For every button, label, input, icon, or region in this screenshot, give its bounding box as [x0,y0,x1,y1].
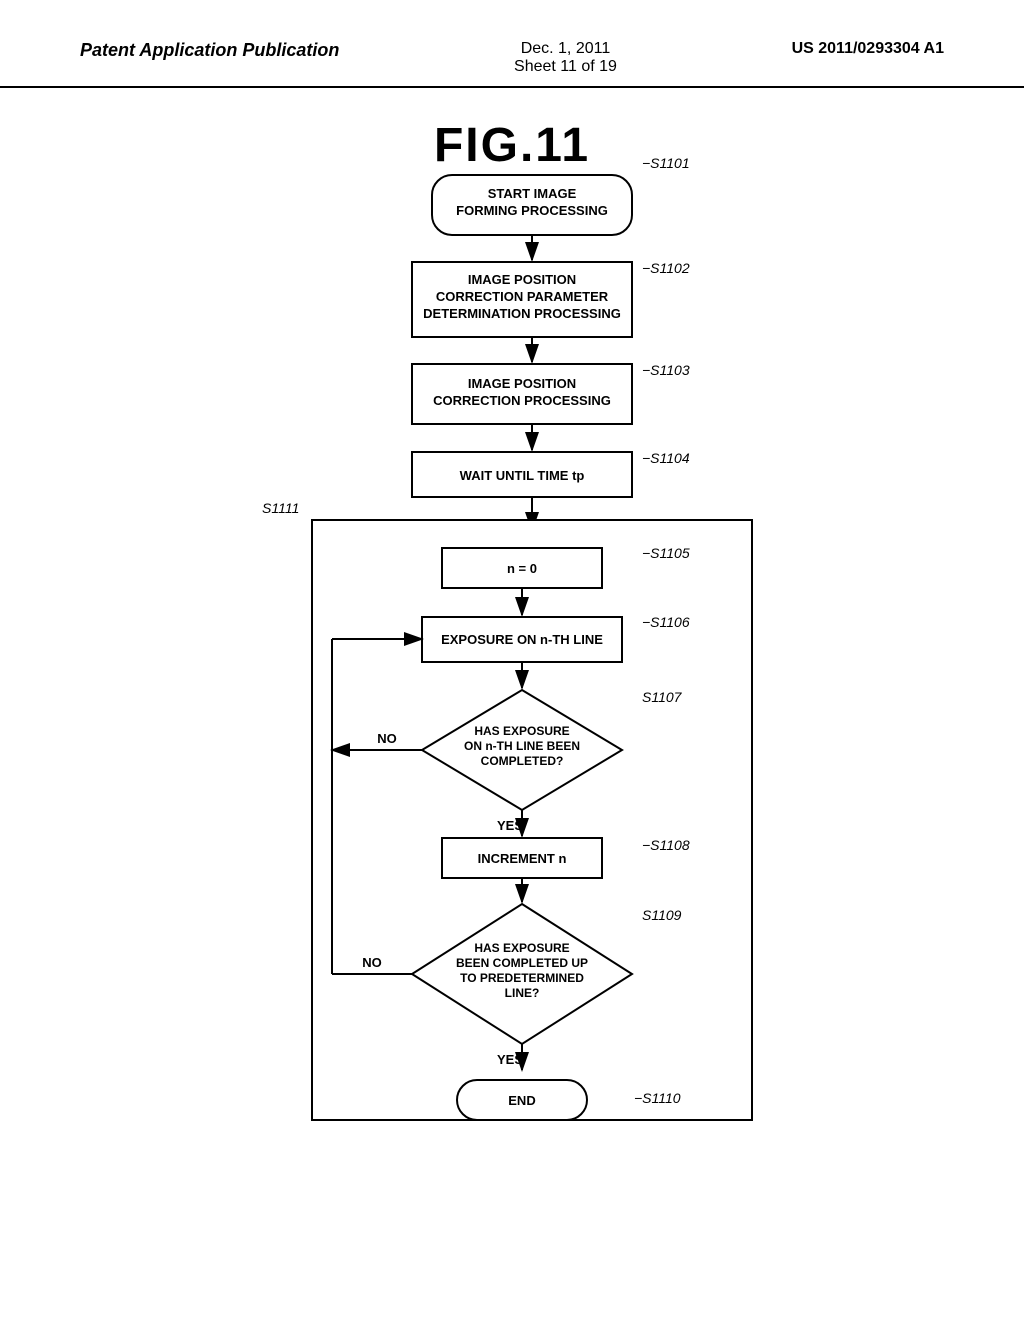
publication-label: Patent Application Publication [80,40,339,60]
step-s1106-label: −S1106 [642,614,690,630]
svg-text:LINE?: LINE? [505,986,540,1000]
step-s1111-label: S1111 [262,500,299,516]
step-s1109-label: S1109 [642,907,682,923]
svg-text:START IMAGE: START IMAGE [488,186,577,201]
svg-text:EXPOSURE ON n-TH LINE: EXPOSURE ON n-TH LINE [441,632,603,647]
label-yes-s1109: YES [497,1052,523,1067]
step-s1103-label: −S1103 [642,362,690,378]
label-no-s1107: NO [377,731,397,746]
svg-text:HAS EXPOSURE: HAS EXPOSURE [474,724,569,738]
step-s1105-label: −S1105 [642,545,690,561]
svg-text:COMPLETED?: COMPLETED? [481,754,564,768]
step-s1108-label: −S1108 [642,837,690,853]
svg-text:DETERMINATION PROCESSING: DETERMINATION PROCESSING [423,306,621,321]
svg-text:FORMING PROCESSING: FORMING PROCESSING [456,203,608,218]
svg-text:IMAGE POSITION: IMAGE POSITION [468,272,576,287]
svg-text:CORRECTION PROCESSING: CORRECTION PROCESSING [433,393,611,408]
svg-text:CORRECTION PARAMETER: CORRECTION PARAMETER [436,289,609,304]
label-no-s1109: NO [362,955,382,970]
header-date: Dec. 1, 2011 [514,40,617,58]
header-patent-number: US 2011/0293304 A1 [792,40,944,58]
step-s1102-label: −S1102 [642,260,690,276]
svg-text:WAIT UNTIL TIME tp: WAIT UNTIL TIME tp [460,468,585,483]
step-s1104-label: −S1104 [642,450,690,466]
step-s1107-label: S1107 [642,689,683,705]
svg-text:HAS EXPOSURE: HAS EXPOSURE [474,941,569,955]
svg-text:TO PREDETERMINED: TO PREDETERMINED [460,971,584,985]
step-s1110-label: −S1110 [634,1090,681,1106]
svg-text:INCREMENT n: INCREMENT n [478,851,567,866]
page-header: Patent Application Publication Dec. 1, 2… [0,0,1024,88]
step-s1101-label: −S1101 [642,155,690,171]
svg-text:BEEN COMPLETED UP: BEEN COMPLETED UP [456,956,588,970]
page: Patent Application Publication Dec. 1, 2… [0,0,1024,1320]
header-sheet: Sheet 11 of 19 [514,58,617,76]
flowchart: −S1101 START IMAGE FORMING PROCESSING −S… [202,140,822,1190]
header-publication: Patent Application Publication [80,40,339,61]
header-sheet-info: Dec. 1, 2011 Sheet 11 of 19 [514,40,617,76]
label-yes-s1107: YES [497,818,523,833]
svg-text:IMAGE POSITION: IMAGE POSITION [468,376,576,391]
svg-text:ON n-TH LINE BEEN: ON n-TH LINE BEEN [464,739,580,753]
svg-text:n = 0: n = 0 [507,561,537,576]
svg-text:END: END [508,1093,535,1108]
